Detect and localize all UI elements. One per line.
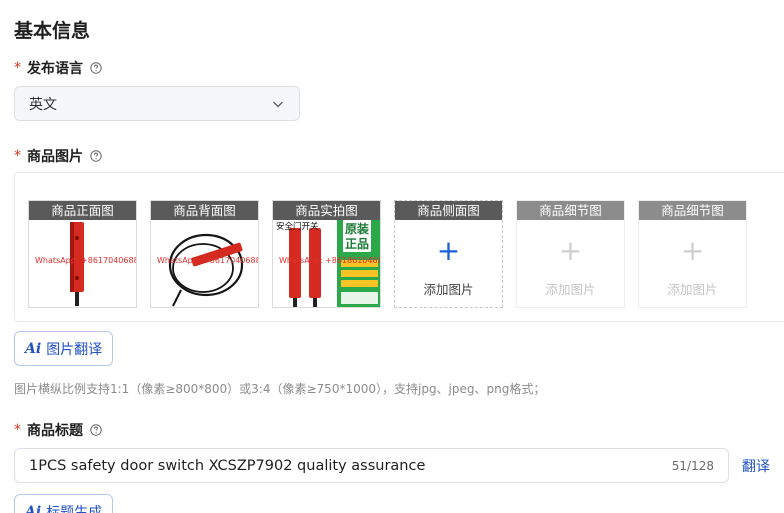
- photo-top-text: 安全门开关: [276, 222, 319, 232]
- photo-badge-line2: 正品: [343, 235, 372, 252]
- section-title: 基本信息: [14, 20, 91, 42]
- plus-icon: +: [558, 234, 583, 267]
- title-input-value[interactable]: 1PCS safety door switch XCSZP7902 qualit…: [29, 458, 664, 474]
- image-panel: 商品正面图 WhatsApp: +8617040688 商品背面图 WhatsA…: [14, 172, 784, 322]
- image-slot-back[interactable]: 商品背面图 WhatsApp: +8617040688: [150, 200, 259, 308]
- watermark-text: WhatsApp: +8617040688: [157, 256, 259, 265]
- image-slot-caption: 商品背面图: [151, 201, 258, 220]
- title-input[interactable]: 1PCS safety door switch XCSZP7902 qualit…: [14, 448, 729, 483]
- title-generate-button[interactable]: Ai 标题生成: [14, 494, 114, 513]
- add-image-label: 添加图片: [423, 282, 474, 297]
- language-label: * 发布语言: [14, 58, 102, 78]
- image-slot-caption: 商品正面图: [29, 201, 136, 220]
- translate-link[interactable]: 翻译: [742, 456, 770, 476]
- required-mark: *: [14, 422, 21, 438]
- image-slot-detail-1[interactable]: 商品细节图 + 添加图片: [516, 200, 625, 308]
- image-slot-caption: 商品细节图: [639, 201, 746, 220]
- title-label: * 商品标题: [14, 420, 102, 440]
- images-label-text: 商品图片: [27, 149, 83, 165]
- image-slot-caption: 商品细节图: [517, 201, 624, 220]
- plus-icon: +: [680, 234, 705, 267]
- help-icon[interactable]: [90, 150, 102, 162]
- watermark-text: WhatsApp: +8618610468: [279, 256, 381, 265]
- language-label-text: 发布语言: [27, 61, 83, 77]
- ai-icon: Ai: [25, 503, 42, 513]
- add-image-label: 添加图片: [545, 282, 596, 297]
- image-slot-detail-2[interactable]: 商品细节图 + 添加图片: [638, 200, 747, 308]
- watermark-text: WhatsApp: +8617040688: [35, 256, 137, 265]
- add-image-label: 添加图片: [667, 282, 718, 297]
- language-select[interactable]: 英文: [14, 86, 300, 121]
- required-mark: *: [14, 60, 21, 76]
- help-icon[interactable]: [90, 62, 102, 74]
- help-icon[interactable]: [90, 424, 102, 436]
- required-mark: *: [14, 148, 21, 164]
- language-select-value: 英文: [29, 96, 57, 113]
- image-translate-label: 图片翻译: [46, 341, 103, 358]
- image-slot-front[interactable]: 商品正面图 WhatsApp: +8617040688: [28, 200, 137, 308]
- title-generate-label: 标题生成: [46, 504, 103, 513]
- image-slot-side[interactable]: 商品侧面图 + 添加图片: [394, 200, 503, 308]
- plus-icon: +: [436, 234, 461, 267]
- image-translate-button[interactable]: Ai 图片翻译: [14, 331, 114, 366]
- title-label-text: 商品标题: [27, 423, 83, 439]
- image-format-hint: 图片横纵比例支持1:1（像素≥800*800）或3:4（像素≥750*1000）…: [14, 382, 546, 396]
- chevron-down-icon: [273, 101, 283, 107]
- images-label: * 商品图片: [14, 146, 102, 166]
- title-char-counter: 51/128: [671, 458, 714, 473]
- image-slot-caption: 商品侧面图: [395, 201, 502, 220]
- image-slot-caption: 商品实拍图: [273, 201, 380, 220]
- ai-icon: Ai: [25, 340, 42, 357]
- image-slot-real[interactable]: 商品实拍图 安全门开关 原装 正品 WhatsApp: +8618610468: [272, 200, 381, 308]
